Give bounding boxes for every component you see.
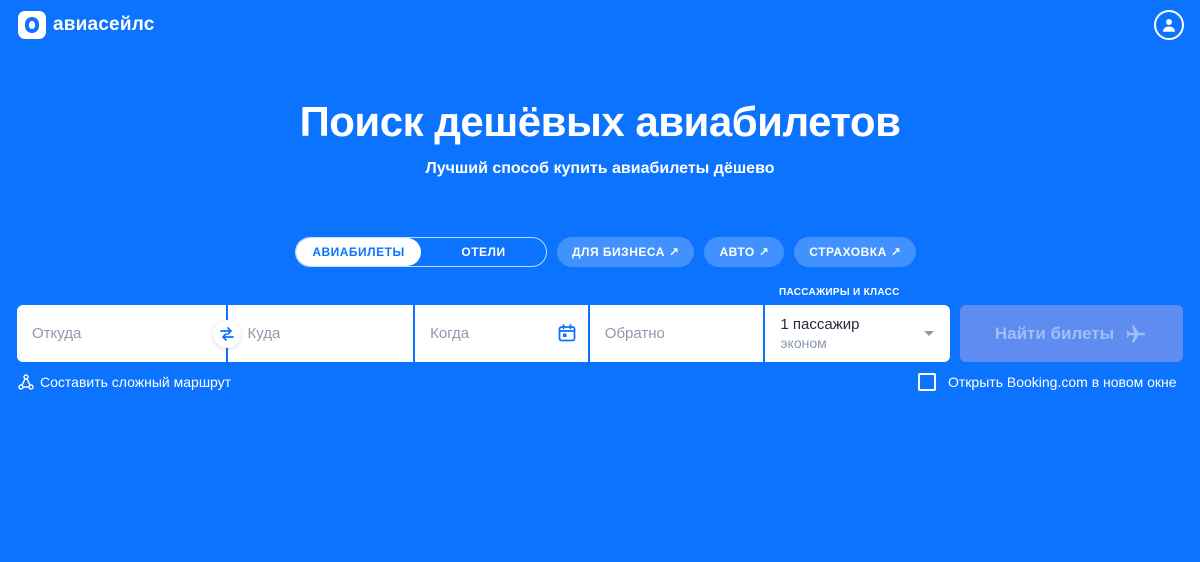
tab-flights[interactable]: АВИАБИЛЕТЫ <box>296 238 421 266</box>
destination-placeholder: Куда <box>247 325 281 342</box>
swap-arrows-icon <box>220 327 234 341</box>
chevron-down-icon <box>924 331 934 336</box>
destination-field[interactable]: Куда <box>227 305 414 362</box>
brand-logo[interactable]: авиасейлс <box>18 11 155 39</box>
link-business[interactable]: ДЛЯ БИЗНЕСА ↗ <box>557 237 695 267</box>
route-icon <box>18 374 34 390</box>
search-button-label: Найти билеты <box>994 323 1115 343</box>
brand-name: авиасейлс <box>53 14 155 35</box>
swap-button[interactable] <box>213 320 241 348</box>
passengers-value: 1 пассажир <box>780 316 860 333</box>
tab-switcher: АВИАБИЛЕТЫ ОТЕЛИ <box>295 237 547 267</box>
user-icon <box>1163 19 1175 32</box>
link-business-label: ДЛЯ БИЗНЕСА <box>572 245 665 259</box>
booking-option[interactable]: Открыть Booking.com в новом окне <box>918 373 1177 391</box>
link-auto[interactable]: АВТО ↗ <box>704 237 785 267</box>
passengers-select[interactable]: 1 пассажир эконом <box>765 305 950 362</box>
search-button[interactable]: Найти билеты <box>960 305 1183 362</box>
external-arrow-icon: ↗ <box>890 245 902 259</box>
calendar-icon[interactable] <box>558 324 576 342</box>
booking-label: Открыть Booking.com в новом окне <box>948 374 1177 390</box>
return-date-placeholder: Обратно <box>604 325 665 342</box>
aviasales-logo-icon <box>18 11 46 39</box>
passengers-caption: ПАССАЖИРЫ И КЛАСС <box>779 287 900 298</box>
complex-route-link[interactable]: Составить сложный маршрут <box>18 374 231 390</box>
depart-date-field[interactable]: Когда <box>415 305 588 362</box>
class-value: эконом <box>780 335 827 351</box>
tab-hotels[interactable]: ОТЕЛИ <box>421 238 546 266</box>
depart-date-placeholder: Когда <box>430 325 470 342</box>
link-insurance-label: СТРАХОВКА <box>809 245 887 259</box>
link-auto-label: АВТО <box>719 245 755 259</box>
profile-button[interactable] <box>1154 10 1184 40</box>
page-subtitle: Лучший способ купить авиабилеты дёшево <box>425 160 775 177</box>
search-mode-tabs: АВИАБИЛЕТЫ ОТЕЛИ ДЛЯ БИЗНЕСА ↗ АВТО ↗ СТ… <box>295 237 917 267</box>
external-arrow-icon: ↗ <box>758 245 770 259</box>
origin-field[interactable]: Откуда <box>17 305 241 362</box>
page-title: Поиск дешёвых авиабилетов <box>299 98 901 145</box>
origin-placeholder: Откуда <box>32 325 82 342</box>
search-form: Откуда Куда Когда Обратно 1 пассажир эко… <box>17 305 950 362</box>
link-insurance[interactable]: СТРАХОВКА ↗ <box>794 237 917 267</box>
airplane-icon <box>1126 325 1146 342</box>
booking-checkbox[interactable] <box>918 373 936 391</box>
complex-route-label: Составить сложный маршрут <box>40 374 232 390</box>
return-date-field[interactable]: Обратно <box>589 305 764 362</box>
external-arrow-icon: ↗ <box>668 245 680 259</box>
